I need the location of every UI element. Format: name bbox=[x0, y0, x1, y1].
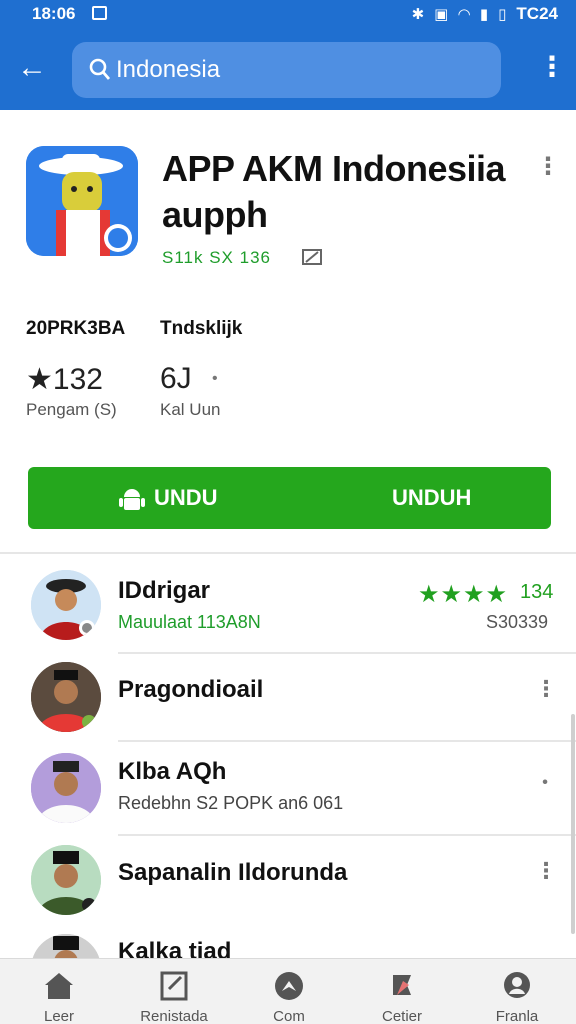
nav-label: Cetier bbox=[381, 1008, 422, 1024]
rating-value: ★132 bbox=[26, 363, 103, 396]
separator-dot: • bbox=[212, 370, 218, 387]
android-icon bbox=[119, 489, 145, 510]
avatar[interactable] bbox=[31, 570, 101, 640]
home-icon bbox=[45, 973, 73, 999]
battery-icon: ▯ bbox=[498, 6, 507, 23]
status-icons: ✱ ▣ ◠ ▮ ▯ TC24 bbox=[412, 4, 558, 24]
list-item-name[interactable]: Sapanalin Ildorunda bbox=[118, 859, 347, 887]
size-value: 6J bbox=[160, 362, 192, 395]
nav-item-home[interactable]: Leer bbox=[9, 959, 109, 1024]
rating-count: 134 bbox=[520, 581, 554, 603]
item-more-icon[interactable]: ⋮ bbox=[535, 676, 557, 706]
list-item-name[interactable]: Pragondioail bbox=[118, 676, 263, 704]
app-icon[interactable] bbox=[26, 146, 138, 256]
search-icon bbox=[89, 58, 110, 80]
more-options-icon[interactable]: ⋮ bbox=[538, 52, 566, 86]
app-bar: 18:06 ✱ ▣ ◠ ▮ ▯ TC24 ← Indonesia ⋮ bbox=[0, 0, 576, 110]
item-more-icon[interactable]: ⋮ bbox=[535, 858, 557, 888]
back-arrow-icon[interactable]: ← bbox=[14, 50, 50, 86]
avatar[interactable] bbox=[31, 662, 101, 732]
rating-label: Pengam (S) bbox=[26, 400, 117, 419]
wifi-icon: ◠ bbox=[458, 6, 470, 23]
status-time: 18:06 bbox=[32, 4, 76, 23]
nav-item-profile[interactable]: Franla bbox=[467, 959, 567, 1024]
flag-icon bbox=[302, 249, 322, 265]
list-item-subtitle: Redebhn S2 POPK an6 061 bbox=[118, 793, 344, 813]
app-more-icon[interactable]: ⋮ bbox=[536, 152, 560, 186]
vibrate-icon: ▣ bbox=[434, 6, 449, 23]
divider bbox=[0, 552, 576, 554]
scrollbar[interactable] bbox=[571, 714, 575, 934]
app-icon-art bbox=[26, 146, 138, 256]
bottom-navigation: Leer Renistada Com Cetier Franla bbox=[0, 958, 576, 1024]
person-avatar-icon bbox=[31, 570, 101, 640]
app-meta: S11k SX 136 bbox=[162, 248, 271, 267]
divider bbox=[118, 652, 576, 654]
status-bar: 18:06 ✱ ▣ ◠ ▮ ▯ TC24 bbox=[0, 0, 576, 30]
person-avatar-icon bbox=[31, 662, 101, 732]
edit-box-icon bbox=[160, 971, 188, 1001]
person-avatar-icon bbox=[31, 845, 101, 915]
divider bbox=[118, 834, 576, 836]
battery-text: TC24 bbox=[516, 4, 558, 23]
list-item-name[interactable]: IDdrigar bbox=[118, 577, 210, 605]
nav-label: Franla bbox=[495, 1008, 539, 1024]
nav-label: Leer bbox=[43, 1008, 75, 1024]
list-item-name[interactable]: Klba AQh bbox=[118, 758, 226, 786]
nav-item-compass[interactable]: Com bbox=[239, 959, 339, 1024]
person-avatar-icon bbox=[31, 753, 101, 823]
app-title: APP AKM Indonesiia aupph bbox=[162, 148, 506, 235]
search-query[interactable]: Indonesia bbox=[116, 56, 220, 84]
item-more-icon[interactable]: • bbox=[535, 770, 555, 800]
gallery-notification-icon bbox=[92, 6, 107, 20]
nav-label: Com bbox=[273, 1008, 305, 1024]
list-item-subtitle: Mauulaat 113A8N bbox=[118, 612, 261, 632]
search-field[interactable]: Indonesia bbox=[72, 42, 501, 98]
install-label-right: UNDUH bbox=[392, 485, 472, 510]
profile-icon bbox=[504, 972, 530, 998]
signal-icon: ▮ bbox=[479, 6, 489, 23]
bluetooth-icon: ✱ bbox=[411, 6, 425, 23]
avatar[interactable] bbox=[31, 753, 101, 823]
divider bbox=[118, 740, 576, 742]
compass-icon bbox=[275, 972, 303, 1000]
stat-heading-2: Tndsklijk bbox=[160, 318, 243, 339]
install-button[interactable]: UNDU UNDUH bbox=[28, 467, 551, 529]
nav-label: Renistada bbox=[140, 1008, 208, 1024]
nav-item-pin[interactable]: Cetier bbox=[352, 959, 452, 1024]
stat-heading-1: 20PRK3BA bbox=[26, 318, 126, 339]
nav-item-edit[interactable]: Renistada bbox=[124, 959, 224, 1024]
size-label: Kal Uun bbox=[160, 400, 221, 419]
pin-icon bbox=[393, 975, 411, 995]
avatar[interactable] bbox=[31, 845, 101, 915]
install-label-left: UNDU bbox=[154, 485, 218, 510]
star-rating: ★★★★ bbox=[418, 581, 509, 608]
list-item-count: S30339 bbox=[486, 612, 549, 632]
